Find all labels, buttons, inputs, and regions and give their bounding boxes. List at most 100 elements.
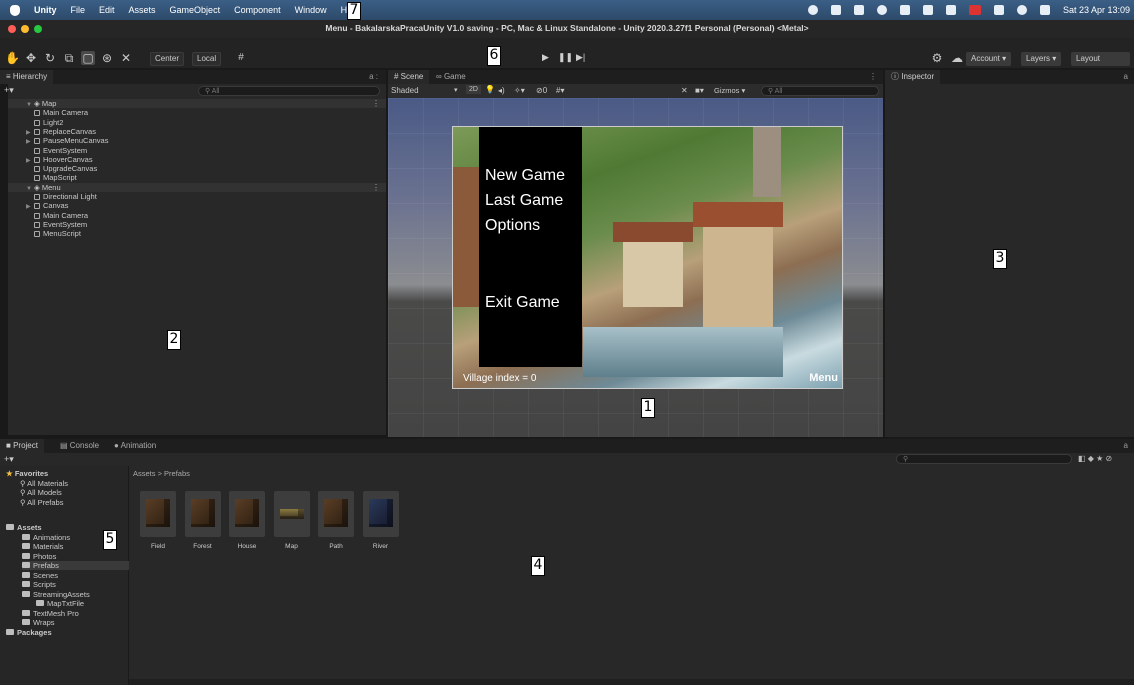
control-center-icon[interactable]: [1039, 5, 1050, 15]
favorite-item[interactable]: ⚲ All Prefabs: [20, 498, 63, 507]
expand-arrow-icon[interactable]: ▶: [26, 203, 34, 212]
hierarchy-item[interactable]: Directional Light: [34, 192, 97, 201]
prefab-asset[interactable]: House: [229, 491, 265, 550]
hierarchy-item[interactable]: MenuScript: [34, 229, 81, 238]
menu-window[interactable]: Window: [295, 5, 327, 15]
hierarchy-scene-row[interactable]: ▼ ◈ Map ⋮: [8, 99, 386, 108]
hierarchy-item[interactable]: EventSystem: [34, 220, 87, 229]
shading-dropdown[interactable]: Shaded: [391, 86, 419, 95]
unity-hub-icon[interactable]: [807, 5, 818, 15]
pivot-local-toggle[interactable]: Local: [192, 52, 222, 66]
effects-icon[interactable]: ✧▾: [514, 86, 525, 95]
menu-component[interactable]: Component: [234, 5, 281, 15]
grid-toggle-icon[interactable]: #▾: [556, 86, 564, 95]
clock[interactable]: Sat 23 Apr 13:09: [1063, 5, 1130, 15]
folder-item[interactable]: Materials: [22, 542, 63, 551]
scene-menu-icon[interactable]: ⋮: [372, 99, 380, 108]
scene-viewport[interactable]: New Game Last Game Options Exit Game Vil…: [388, 98, 883, 437]
folder-item[interactable]: ★ Favorites: [6, 469, 48, 478]
project-add-button[interactable]: +▾: [4, 454, 14, 465]
tab-project[interactable]: ■ Project: [0, 439, 44, 453]
dropbox-icon[interactable]: [830, 5, 841, 15]
new-game-button[interactable]: New Game: [485, 167, 565, 185]
project-search-input[interactable]: ⚲: [896, 454, 1072, 464]
hierarchy-item[interactable]: Main Camera: [34, 108, 88, 117]
account-dropdown[interactable]: Account ▾: [966, 52, 1012, 66]
transform-tool-icon[interactable]: ⊛: [100, 51, 114, 65]
project-scrollbar[interactable]: [129, 679, 1134, 685]
play-button-icon[interactable]: ▶: [542, 52, 549, 63]
display-icon[interactable]: [945, 5, 956, 15]
tab-animation[interactable]: ● Animation: [108, 439, 162, 453]
tab-scene[interactable]: # Scene: [388, 70, 430, 84]
menu-edit[interactable]: Edit: [99, 5, 115, 15]
expand-arrow-icon[interactable]: ▶: [26, 138, 34, 147]
folder-item[interactable]: Photos: [22, 552, 56, 561]
scene-options-icon[interactable]: ⋮: [869, 72, 877, 81]
battery-status-icon[interactable]: [993, 5, 1004, 15]
options-button[interactable]: Options: [485, 217, 540, 235]
hierarchy-item[interactable]: EventSystem: [34, 146, 87, 155]
tab-hierarchy[interactable]: ≡ Hierarchy: [0, 70, 54, 84]
folder-item[interactable]: Wraps: [22, 618, 55, 627]
breadcrumb[interactable]: Assets > Prefabs: [133, 469, 190, 478]
spotlight-icon[interactable]: [1016, 5, 1027, 15]
scene-search-input[interactable]: ⚲ All: [761, 86, 879, 96]
expand-arrow-icon[interactable]: ▶: [26, 157, 34, 166]
folder-item[interactable]: Assets: [6, 523, 42, 532]
folder-item[interactable]: Animations: [22, 533, 70, 542]
expand-arrow-icon[interactable]: ▶: [26, 129, 34, 138]
tab-console[interactable]: ▤ Console: [54, 439, 105, 453]
expand-arrow-icon[interactable]: ▼: [26, 185, 34, 194]
menu-file[interactable]: File: [71, 5, 86, 15]
tab-inspector[interactable]: ⓘ Inspector: [885, 70, 941, 84]
hierarchy-search-input[interactable]: ⚲ All: [198, 86, 380, 96]
custom-tool-icon[interactable]: ✕: [119, 51, 133, 65]
hierarchy-item[interactable]: ▶ PauseMenuCanvas: [26, 136, 108, 145]
folder-item[interactable]: Scripts: [22, 580, 56, 589]
folder-item[interactable]: Scenes: [22, 571, 58, 580]
folder-item[interactable]: Packages: [6, 628, 52, 637]
hierarchy-item[interactable]: MapScript: [34, 173, 77, 182]
rotate-tool-icon[interactable]: ↻: [43, 51, 57, 65]
collab-icon[interactable]: ⚙: [930, 51, 944, 65]
menu-assets[interactable]: Assets: [129, 5, 156, 15]
language-flag-icon[interactable]: [968, 5, 981, 15]
hierarchy-item[interactable]: Main Camera: [34, 211, 88, 220]
snap-grid-icon[interactable]: #: [234, 51, 248, 65]
step-button-icon[interactable]: ▶|: [576, 52, 585, 63]
prefab-asset[interactable]: Field: [140, 491, 176, 550]
backup-icon[interactable]: [853, 5, 864, 15]
project-lock-icon[interactable]: a: [1124, 441, 1128, 450]
hierarchy-item[interactable]: ▶ Canvas: [26, 201, 68, 210]
menu-gameobject[interactable]: GameObject: [170, 5, 221, 15]
camera-icon[interactable]: ■▾: [695, 86, 704, 95]
apple-icon[interactable]: [10, 4, 20, 16]
prefab-asset[interactable]: Path: [318, 491, 354, 550]
project-filter-icons[interactable]: ◧ ◆ ★ ⊘: [1078, 454, 1112, 463]
battery-icon[interactable]: [876, 5, 887, 15]
pause-button-icon[interactable]: ❚❚: [558, 52, 573, 63]
layout-dropdown[interactable]: Layout: [1071, 52, 1130, 66]
folder-item[interactable]: StreamingAssets: [22, 590, 90, 599]
hierarchy-item[interactable]: ▶ HooverCanvas: [26, 155, 93, 164]
audio-bars-icon[interactable]: [922, 5, 933, 15]
audio-icon[interactable]: ◂): [498, 86, 505, 95]
move-tool-icon[interactable]: ✥: [24, 51, 38, 65]
favorite-item[interactable]: ⚲ All Models: [20, 488, 62, 497]
rect-tool-icon[interactable]: ▢: [81, 51, 95, 65]
last-game-button[interactable]: Last Game: [485, 192, 563, 210]
exit-game-button[interactable]: Exit Game: [485, 294, 560, 312]
hierarchy-item[interactable]: UpgradeCanvas: [34, 164, 97, 173]
toggle-2d-button[interactable]: 2D: [466, 85, 481, 94]
folder-item[interactable]: TextMesh Pro: [22, 609, 79, 618]
gizmos-dropdown[interactable]: Gizmos ▾: [714, 86, 745, 95]
hierarchy-scene-row[interactable]: ▼ ◈ Menu ⋮: [8, 182, 386, 194]
hierarchy-item[interactable]: ▶ ReplaceCanvas: [26, 127, 96, 136]
pivot-center-toggle[interactable]: Center: [150, 52, 185, 66]
inspector-lock-icon[interactable]: a: [1124, 72, 1128, 81]
folder-item[interactable]: Prefabs: [22, 561, 129, 570]
prefab-asset[interactable]: River: [362, 491, 399, 550]
expand-arrow-icon[interactable]: ▼: [26, 101, 34, 110]
scale-tool-icon[interactable]: ⧉: [62, 51, 76, 65]
